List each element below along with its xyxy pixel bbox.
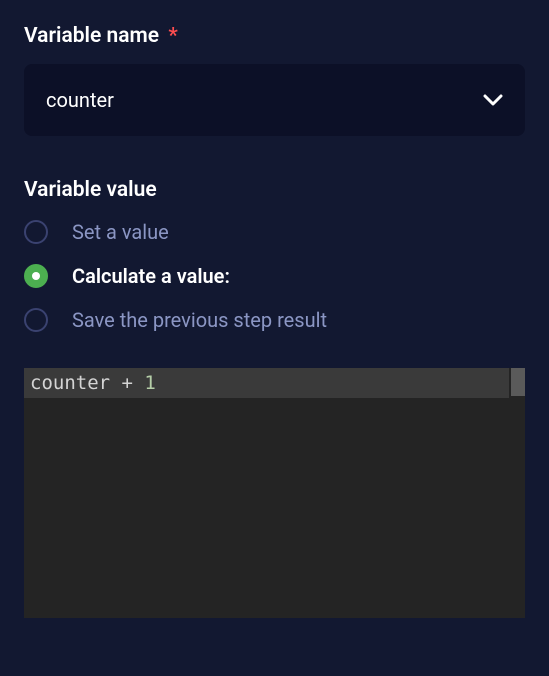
variable-name-select[interactable]: counter <box>24 64 525 136</box>
chevron-down-icon <box>483 90 503 110</box>
radio-label-calculate-value: Calculate a value: <box>72 264 230 288</box>
scrollbar-track <box>511 368 525 618</box>
code-token-operator: + <box>110 372 144 394</box>
variable-value-radio-group: Set a value Calculate a value: Save the … <box>24 220 525 332</box>
variable-name-label: Variable name * <box>24 24 525 48</box>
code-line: counter + 1 <box>24 368 509 398</box>
code-editor[interactable]: counter + 1 <box>24 368 525 618</box>
required-indicator: * <box>168 24 177 48</box>
code-token-variable: counter <box>30 372 110 394</box>
radio-circle-selected <box>24 264 48 288</box>
radio-option-calculate-value[interactable]: Calculate a value: <box>24 264 525 288</box>
radio-circle <box>24 220 48 244</box>
radio-option-set-value[interactable]: Set a value <box>24 220 525 244</box>
variable-name-select-value: counter <box>46 88 114 112</box>
code-token-number: 1 <box>144 372 155 394</box>
radio-label-save-previous: Save the previous step result <box>72 308 327 332</box>
variable-value-label: Variable value <box>24 178 525 202</box>
radio-option-save-previous[interactable]: Save the previous step result <box>24 308 525 332</box>
scrollbar-thumb[interactable] <box>511 368 525 396</box>
variable-name-label-text: Variable name <box>24 24 159 48</box>
radio-circle <box>24 308 48 332</box>
radio-label-set-value: Set a value <box>72 220 169 244</box>
